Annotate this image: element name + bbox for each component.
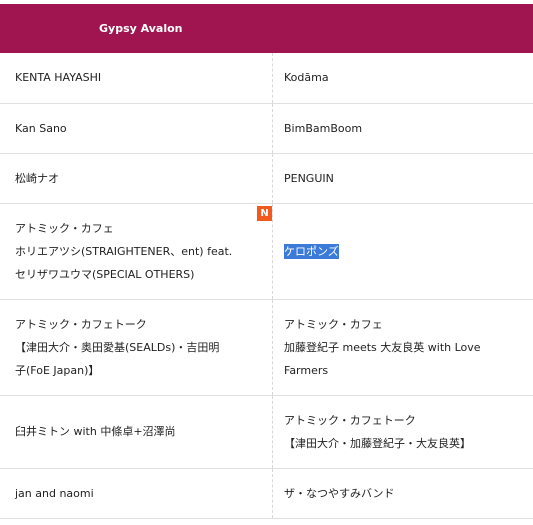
artist-cell: アトミック・カフェトーク 【津田大介・奥田愛基(SEALDs)・吉田明 子(Fo… [0,299,273,396]
artist-name: ザ・なつやすみバンド [284,486,395,500]
artist-cell: ケロポンズ [272,203,533,300]
artist-name: Farmers [284,363,329,377]
artist-name: 松崎ナオ [15,171,59,185]
new-badge: N [257,205,272,221]
artist-name: ホリエアツシ(STRAIGHTENER、ent) feat. [15,244,233,258]
lineup-panel: Gypsy Avalon KENTA HAYASHI Kodāma Kan Sa… [0,4,533,519]
table-row: 臼井ミトン with 中條卓+沼澤尚 アトミック・カフェトーク 【津田大介・加藤… [0,395,533,469]
artist-name: BimBamBoom [284,121,363,135]
artist-cell: Kan Sano [0,103,273,154]
artist-name: アトミック・カフェトーク [284,413,416,427]
table-row: Kan Sano BimBamBoom [0,103,533,154]
artist-cell: Kodāma [272,53,533,104]
artist-name: 臼井ミトン with 中條卓+沼澤尚 [15,425,176,438]
artist-name: KENTA HAYASHI [15,71,102,85]
artist-cell: BimBamBoom [272,103,533,154]
artist-name: PENGUIN [284,171,334,185]
artist-name: 【津田大介・奥田愛基(SEALDs)・吉田明 [15,340,220,354]
table-row: 松崎ナオ PENGUIN [0,153,533,204]
artist-name: セリザワユウマ(SPECIAL OTHERS) [15,267,195,281]
artist-name: jan and naomi [15,486,94,500]
artist-name: 加藤登紀子 meets 大友良英 with Love [284,340,481,354]
artist-cell: アトミック・カフェ 加藤登紀子 meets 大友良英 with Love Far… [272,299,533,396]
artist-cell: N アトミック・カフェ ホリエアツシ(STRAIGHTENER、ent) fea… [0,203,273,300]
artist-cell: 臼井ミトン with 中條卓+沼澤尚 [0,395,273,469]
artist-cell: アトミック・カフェトーク 【津田大介・加藤登紀子・大友良英】 [272,395,533,469]
artist-name: アトミック・カフェトーク [15,317,147,331]
artist-name: アトミック・カフェ [284,317,383,331]
artist-name: 子(FoE Japan)】 [15,363,100,377]
lineup-table: KENTA HAYASHI Kodāma Kan Sano BimBamBoom… [0,53,533,519]
table-row: アトミック・カフェトーク 【津田大介・奥田愛基(SEALDs)・吉田明 子(Fo… [0,299,533,396]
artist-name: Kan Sano [15,121,67,135]
artist-cell: ザ・なつやすみバンド [272,468,533,519]
artist-cell: 松崎ナオ [0,153,273,204]
artist-name: 【津田大介・加藤登紀子・大友良英】 [284,436,471,450]
stage-header: Gypsy Avalon [0,4,533,53]
artist-cell: jan and naomi [0,468,273,519]
artist-cell: KENTA HAYASHI [0,53,273,104]
artist-cell: PENGUIN [272,153,533,204]
table-row: N アトミック・カフェ ホリエアツシ(STRAIGHTENER、ent) fea… [0,203,533,300]
artist-name: Kodāma [284,71,329,85]
table-row: jan and naomi ザ・なつやすみバンド [0,468,533,519]
table-row: KENTA HAYASHI Kodāma [0,53,533,104]
stage-title: Gypsy Avalon [99,22,183,35]
selected-artist-name[interactable]: ケロポンズ [284,243,339,259]
artist-name: アトミック・カフェ [15,221,114,235]
